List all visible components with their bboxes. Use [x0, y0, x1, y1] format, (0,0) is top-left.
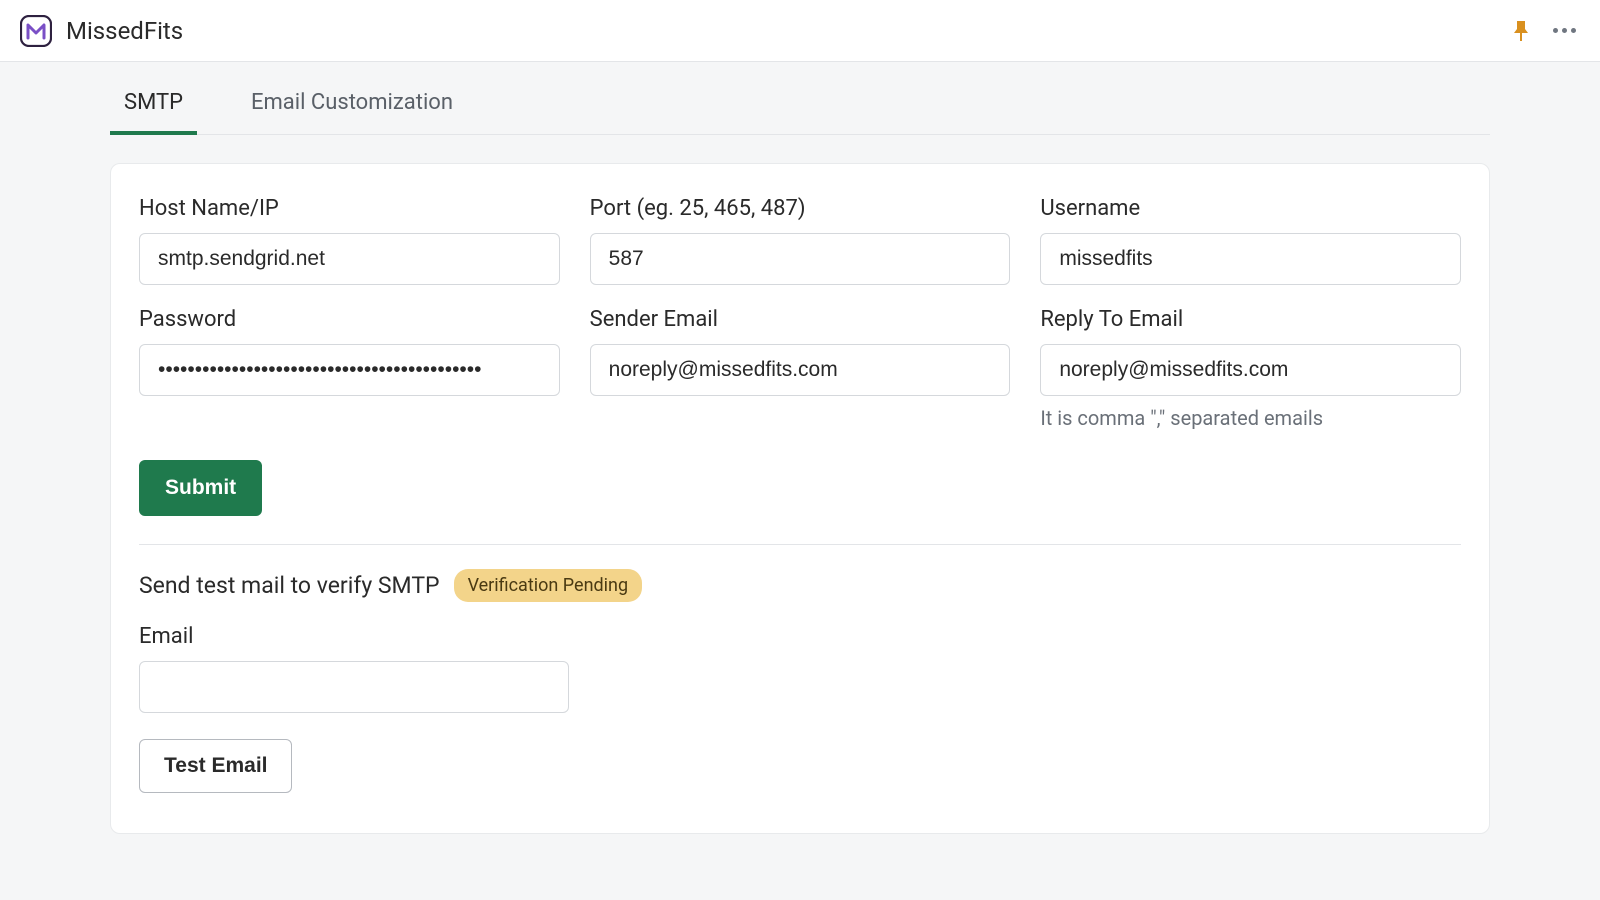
- app-logo-icon: [20, 15, 52, 47]
- page-content: SMTP Email Customization Host Name/IP Po…: [0, 72, 1600, 834]
- top-bar: MissedFits: [0, 0, 1600, 62]
- submit-button[interactable]: Submit: [139, 460, 262, 516]
- field-password: Password: [139, 307, 560, 430]
- settings-card: Host Name/IP Port (eg. 25, 465, 487) Use…: [110, 163, 1490, 834]
- app-title: MissedFits: [66, 17, 183, 45]
- tab-smtp[interactable]: SMTP: [110, 72, 197, 135]
- label-reply-to: Reply To Email: [1040, 307, 1461, 332]
- label-test-email: Email: [139, 624, 569, 649]
- test-heading-row: Send test mail to verify SMTP Verificati…: [139, 569, 1461, 602]
- field-port: Port (eg. 25, 465, 487): [590, 196, 1011, 285]
- field-reply-to: Reply To Email It is comma "," separated…: [1040, 307, 1461, 430]
- input-sender-email[interactable]: [590, 344, 1011, 396]
- label-port: Port (eg. 25, 465, 487): [590, 196, 1011, 221]
- tab-email-customization[interactable]: Email Customization: [237, 72, 467, 135]
- tabs: SMTP Email Customization: [110, 72, 1490, 135]
- input-username[interactable]: [1040, 233, 1461, 285]
- section-divider: [139, 544, 1461, 545]
- test-heading: Send test mail to verify SMTP: [139, 572, 440, 599]
- input-host[interactable]: [139, 233, 560, 285]
- field-host: Host Name/IP: [139, 196, 560, 285]
- status-badge: Verification Pending: [454, 569, 643, 602]
- pin-icon[interactable]: [1511, 19, 1531, 43]
- input-test-email[interactable]: [139, 661, 569, 713]
- label-username: Username: [1040, 196, 1461, 221]
- label-host: Host Name/IP: [139, 196, 560, 221]
- top-bar-right: [1511, 19, 1580, 43]
- smtp-form: Host Name/IP Port (eg. 25, 465, 487) Use…: [139, 196, 1461, 430]
- field-sender-email: Sender Email: [590, 307, 1011, 430]
- input-port[interactable]: [590, 233, 1011, 285]
- field-username: Username: [1040, 196, 1461, 285]
- input-reply-to[interactable]: [1040, 344, 1461, 396]
- help-reply-to: It is comma "," separated emails: [1040, 406, 1461, 430]
- field-test-email: Email: [139, 624, 569, 713]
- label-sender-email: Sender Email: [590, 307, 1011, 332]
- label-password: Password: [139, 307, 560, 332]
- top-bar-left: MissedFits: [20, 15, 183, 47]
- more-options-icon[interactable]: [1549, 24, 1580, 37]
- input-password[interactable]: [139, 344, 560, 396]
- test-email-button[interactable]: Test Email: [139, 739, 292, 793]
